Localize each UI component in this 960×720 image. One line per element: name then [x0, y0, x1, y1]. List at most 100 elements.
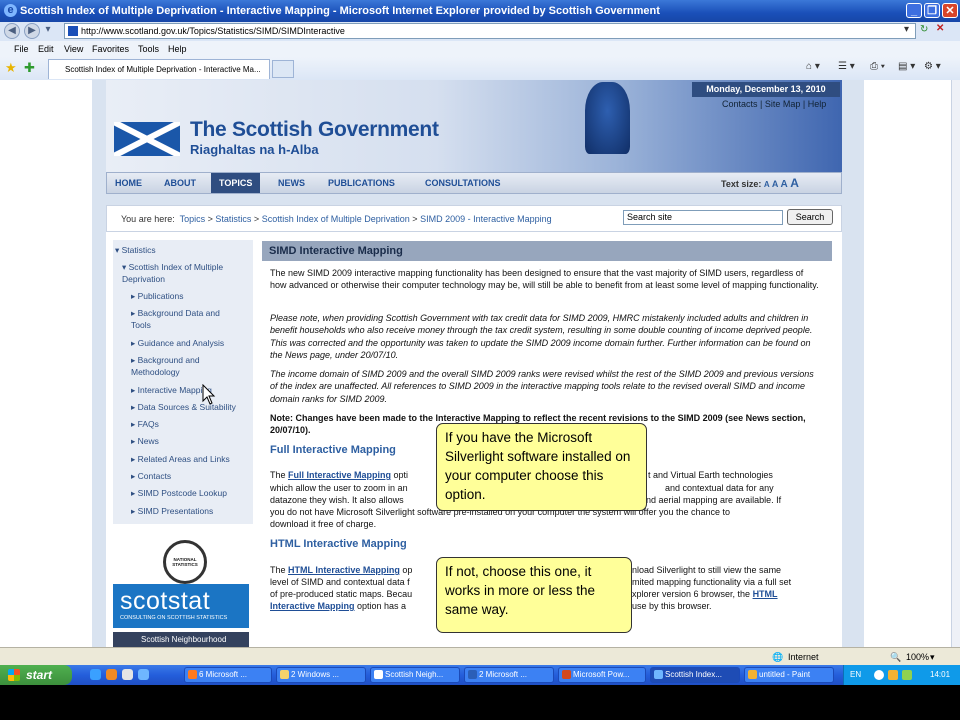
maximize-button[interactable]: ❐ [924, 3, 940, 18]
language-indicator[interactable]: EN [850, 665, 861, 685]
sidebar-item-statistics[interactable]: ▾ Statistics [115, 244, 156, 256]
sidebar-item-news[interactable]: ▸ News [131, 435, 159, 447]
html-mapping-link-2[interactable]: HTML [753, 589, 778, 599]
feeds-icon[interactable]: ☰ ▾ [838, 61, 855, 72]
add-favorites-icon[interactable]: ✚ [24, 60, 35, 76]
nav-topics[interactable]: TOPICS [211, 173, 261, 193]
full-mapping-line5: download it free of charge. [270, 519, 377, 529]
sidebar-item-methodology[interactable]: ▸ Background and Methodology [131, 354, 221, 378]
sidebar-item-publications[interactable]: ▸ Publications [131, 290, 183, 302]
main-navigation: HOME ABOUT TOPICS NEWS PUBLICATIONS CONS… [106, 172, 842, 194]
outlook-quicklaunch-icon[interactable] [106, 669, 117, 680]
taskbar-button-scottish-neighbourhood[interactable]: Scottish Neigh... [370, 667, 460, 683]
mouse-cursor-icon [202, 384, 216, 405]
system-tray: EN 14:01 [843, 665, 960, 685]
text-size-medium[interactable]: A [772, 179, 778, 189]
ie-icon: e [4, 4, 17, 17]
sns-banner[interactable]: Scottish Neighbourhood [113, 632, 249, 647]
html-mapping-link-3[interactable]: Interactive Mapping [270, 601, 355, 611]
nav-home[interactable]: HOME [115, 173, 142, 193]
current-date: Monday, December 13, 2010 [692, 82, 840, 97]
html-mapping-heading: HTML Interactive Mapping [270, 538, 407, 550]
crumb-current[interactable]: SIMD 2009 - Interactive Mapping [420, 214, 552, 224]
crumb-statistics[interactable]: Statistics [215, 214, 251, 224]
nav-publications[interactable]: PUBLICATIONS [328, 173, 395, 193]
menu-tools[interactable]: Tools [138, 41, 159, 57]
print-icon[interactable]: ⎙ ▾ [870, 61, 885, 72]
sidebar-item-related[interactable]: ▸ Related Areas and Links [131, 453, 230, 465]
zoom-icon[interactable]: 🔍 [890, 648, 901, 666]
tab-scottish-index[interactable]: Scottish Index of Multiple Deprivation -… [48, 59, 270, 79]
menu-favorites[interactable]: Favorites [92, 41, 129, 57]
crumb-simd[interactable]: Scottish Index of Multiple Deprivation [262, 214, 410, 224]
zoom-level[interactable]: 100% [906, 648, 929, 666]
desktop-quicklaunch-icon[interactable] [122, 669, 133, 680]
text-size-xlarge[interactable]: A [790, 176, 799, 190]
menu-view[interactable]: View [64, 41, 83, 57]
crumb-topics[interactable]: Topics [180, 214, 206, 224]
sidebar-item-guidance[interactable]: ▸ Guidance and Analysis [131, 337, 224, 349]
sidebar-item-presentations[interactable]: ▸ SIMD Presentations [131, 505, 213, 517]
text-size-large[interactable]: A [781, 179, 788, 190]
html-mapping-link[interactable]: HTML Interactive Mapping [288, 565, 400, 575]
windows-logo-icon [8, 669, 20, 681]
saltire-flag-logo[interactable] [114, 122, 180, 156]
menu-file[interactable]: File [14, 41, 29, 57]
sidebar-item-contacts[interactable]: ▸ Contacts [131, 470, 171, 482]
favorites-star-icon[interactable]: ★ [5, 60, 17, 76]
intro-paragraph: The new SIMD 2009 interactive mapping fu… [270, 268, 819, 291]
history-dropdown-icon[interactable]: ▾ [42, 23, 54, 39]
sidebar-item-interactive-mapping[interactable]: ▸ Interactive Mapping [131, 384, 212, 396]
sidebar-item-postcode-lookup[interactable]: ▸ SIMD Postcode Lookup [131, 487, 227, 499]
clock: 14:01 [930, 670, 951, 679]
national-statistics-logo[interactable]: NATIONAL STATISTICS [163, 540, 207, 584]
sidebar-item-data-sources[interactable]: ▸ Data Sources & Suitability [131, 401, 236, 413]
back-icon[interactable]: ◀ [4, 23, 20, 39]
text-size-small[interactable]: A [764, 180, 770, 189]
nav-about[interactable]: ABOUT [164, 173, 196, 193]
link-help[interactable]: Help [808, 99, 827, 109]
link-contacts[interactable]: Contacts [722, 99, 758, 109]
menu-edit[interactable]: Edit [38, 41, 54, 57]
nav-consultations[interactable]: CONSULTATIONS [425, 173, 501, 193]
sidebar-item-faqs[interactable]: ▸ FAQs [131, 418, 159, 430]
link-site-map[interactable]: Site Map [765, 99, 801, 109]
menu-help[interactable]: Help [168, 41, 187, 57]
tools-gear-icon[interactable]: ⚙ ▾ [924, 61, 941, 72]
new-tab-button[interactable] [272, 60, 294, 78]
tray-notification-icon[interactable] [888, 670, 898, 680]
tray-network-icon[interactable] [902, 670, 912, 680]
ie-quicklaunch-icon[interactable] [90, 669, 101, 680]
forward-icon[interactable]: ▶ [24, 23, 40, 39]
vertical-scrollbar[interactable] [951, 80, 960, 647]
nav-news[interactable]: NEWS [278, 173, 305, 193]
taskbar-button-paint[interactable]: untitled - Paint [744, 667, 834, 683]
stop-icon[interactable]: ✕ [936, 23, 944, 34]
home-icon[interactable]: ⌂ ▾ [806, 61, 820, 72]
search-button[interactable]: Search [787, 209, 833, 225]
minimize-button[interactable]: _ [906, 3, 922, 18]
start-button[interactable]: start [0, 665, 72, 685]
tray-app-icon[interactable] [874, 670, 884, 680]
sidebar-item-background-data[interactable]: ▸ Background Data and Tools [131, 307, 236, 331]
full-mapping-link[interactable]: Full Interactive Mapping [288, 470, 391, 480]
taskbar-button-scottish-index[interactable]: Scottish Index... [650, 667, 740, 683]
explorer-quicklaunch-icon[interactable] [138, 669, 149, 680]
window-title-bar[interactable]: e Scottish Index of Multiple Deprivation… [0, 0, 960, 22]
sidebar-item-simd[interactable]: ▾ Scottish Index of Multiple Deprivation [122, 261, 247, 285]
top-links: Contacts | Site Map | Help [722, 99, 827, 109]
taskbar-button-powerpoint[interactable]: Microsoft Pow... [558, 667, 646, 683]
taskbar-button-microsoft-office[interactable]: 6 Microsoft ... [184, 667, 272, 683]
address-dropdown-icon[interactable]: ▾ [904, 24, 909, 35]
address-bar[interactable]: http://www.scotland.gov.uk/Topics/Statis… [64, 23, 916, 39]
taskbar-button-windows-explorer[interactable]: 2 Windows ... [276, 667, 366, 683]
search-input[interactable]: Search site [623, 210, 783, 225]
page-menu-icon[interactable]: ▤ ▾ [898, 61, 915, 72]
income-domain-note: The income domain of SIMD 2009 and the o… [270, 369, 814, 404]
brand-name[interactable]: The Scottish Government [190, 118, 439, 142]
taskbar-button-microsoft-word[interactable]: 2 Microsoft ... [464, 667, 554, 683]
refresh-icon[interactable]: ↻ [920, 24, 928, 35]
close-button[interactable]: ✕ [942, 3, 958, 18]
scotstat-title: scotstat [120, 587, 211, 615]
zoom-dropdown-icon[interactable]: ▾ [930, 648, 935, 666]
